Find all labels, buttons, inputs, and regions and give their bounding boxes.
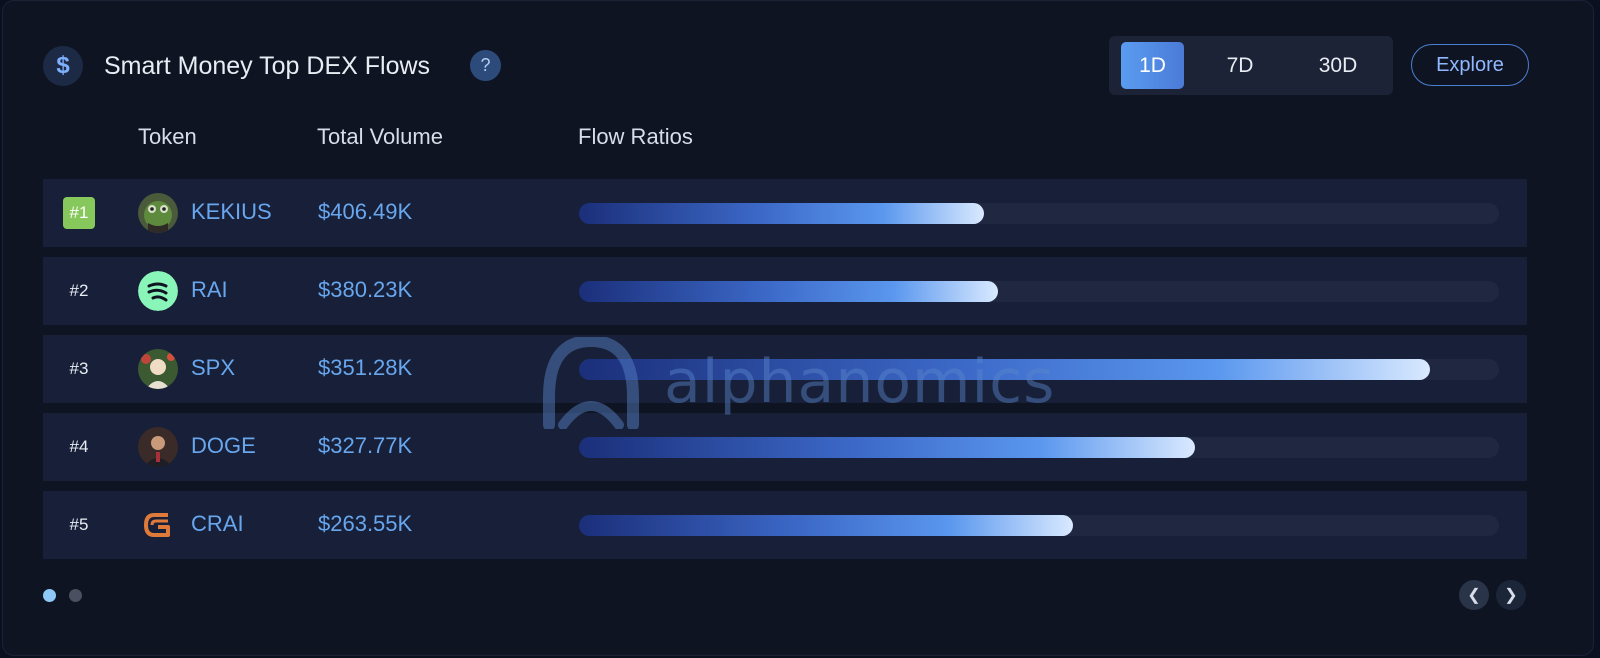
rank-label: #5 xyxy=(69,515,89,534)
flow-ratio-bar xyxy=(579,203,984,224)
flow-ratio-track xyxy=(579,359,1499,380)
time-range-selector: 1D 7D 30D xyxy=(1109,36,1393,95)
flow-ratio-track xyxy=(579,203,1499,224)
page-dot[interactable] xyxy=(69,589,82,602)
rai-logo xyxy=(138,271,178,311)
prev-page-button[interactable]: ❮ xyxy=(1459,580,1489,610)
card-title: Smart Money Top DEX Flows xyxy=(104,52,431,80)
flow-ratio-bar xyxy=(579,437,1196,458)
chevron-left-icon: ❮ xyxy=(1467,587,1481,604)
token-row[interactable]: #3 SPX $351.28K xyxy=(43,335,1527,403)
rank-label: #4 xyxy=(69,437,89,456)
token-row[interactable]: #5 CRAI $263.55K xyxy=(43,491,1527,559)
token-volume: $351.28K xyxy=(318,355,413,380)
frog-avatar xyxy=(138,193,178,233)
rank-badge: #1 xyxy=(63,197,95,229)
flow-ratio-track xyxy=(579,515,1499,536)
token-volume: $263.55K xyxy=(318,511,413,536)
flow-ratio-bar xyxy=(579,281,998,302)
explore-button[interactable]: Explore xyxy=(1411,44,1529,86)
range-7d-button[interactable]: 7D xyxy=(1205,42,1275,89)
token-symbol[interactable]: KEKIUS xyxy=(191,199,272,225)
doge-avatar xyxy=(138,427,178,467)
help-icon[interactable]: ? xyxy=(470,50,501,81)
column-header-volume: Total Volume xyxy=(317,124,443,149)
card-header: $ Smart Money Top DEX Flows ? 1D 7D 30D … xyxy=(43,36,1553,95)
spx-avatar xyxy=(138,349,178,389)
token-row[interactable]: #2 RAI $380.23K xyxy=(43,257,1527,325)
rank-label: #3 xyxy=(69,359,89,378)
token-row[interactable]: #4 DOGE $327.77K xyxy=(43,413,1527,481)
token-volume: $327.77K xyxy=(318,433,413,458)
flow-ratio-track xyxy=(579,281,1499,302)
page-dot-active[interactable] xyxy=(43,589,56,602)
flow-ratio-track xyxy=(579,437,1499,458)
range-1d-button[interactable]: 1D xyxy=(1121,42,1184,89)
token-symbol[interactable]: SPX xyxy=(191,355,235,381)
column-header-token: Token xyxy=(138,124,197,149)
chevron-right-icon: ❯ xyxy=(1504,587,1518,604)
next-page-button[interactable]: ❯ xyxy=(1496,580,1526,610)
flow-ratio-bar xyxy=(579,515,1074,536)
token-volume: $406.49K xyxy=(318,199,413,224)
dex-flows-card: $ Smart Money Top DEX Flows ? 1D 7D 30D … xyxy=(2,0,1594,656)
token-volume: $380.23K xyxy=(318,277,413,302)
token-symbol[interactable]: DOGE xyxy=(191,433,256,459)
token-symbol[interactable]: CRAI xyxy=(191,511,244,537)
crai-logo xyxy=(138,505,178,545)
token-symbol[interactable]: RAI xyxy=(191,277,228,303)
rank-label: #2 xyxy=(69,281,89,300)
token-row[interactable]: #1 KEKIUS $406.49K xyxy=(43,179,1527,247)
range-30d-button[interactable]: 30D xyxy=(1292,42,1384,89)
flow-ratio-bar xyxy=(579,359,1430,380)
dollar-icon: $ xyxy=(43,46,83,86)
column-header-flow: Flow Ratios xyxy=(578,124,693,149)
